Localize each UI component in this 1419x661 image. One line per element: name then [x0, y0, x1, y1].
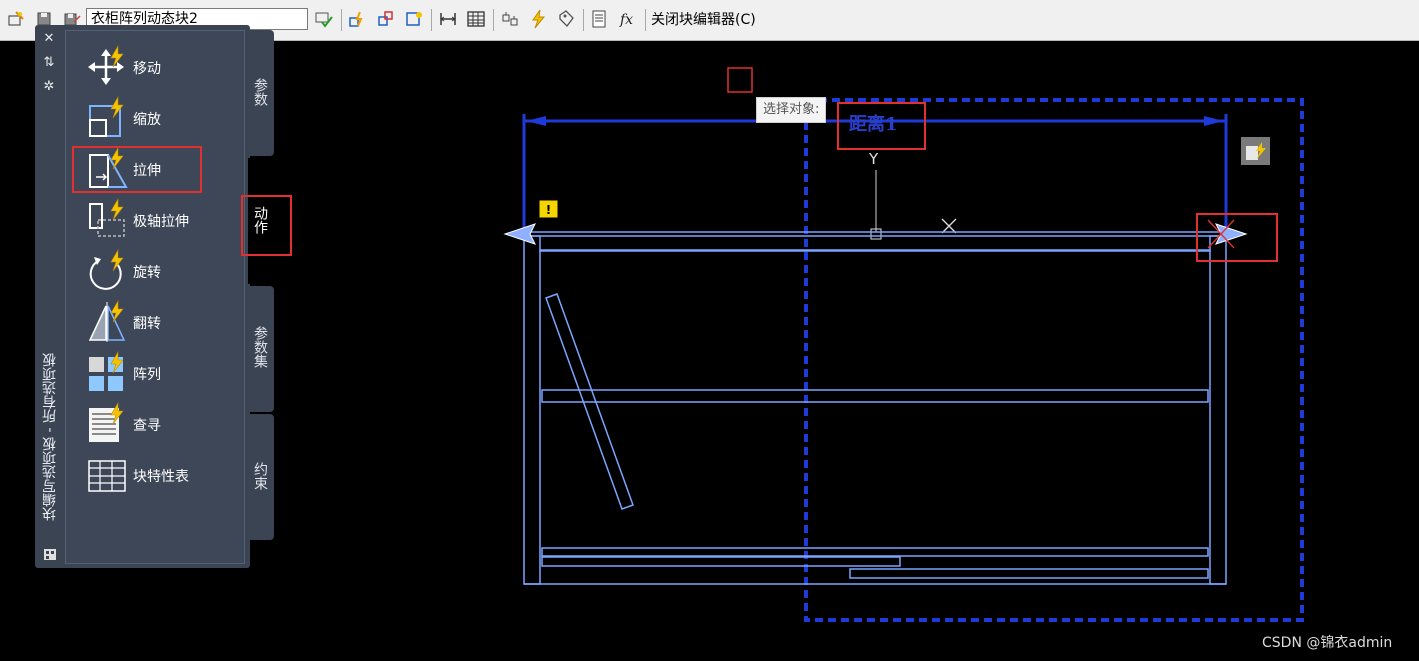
- dimension-arrow-right: [1204, 116, 1224, 126]
- palette-item-label: 查寻: [133, 418, 161, 434]
- tab-parameter-sets[interactable]: 参数集: [248, 286, 274, 412]
- tab-label: 参数: [252, 78, 268, 106]
- close-icon[interactable]: ✕: [42, 32, 56, 46]
- palette-title: 块编写选项板 - 所有选项板: [42, 353, 58, 521]
- polar-stretch-action-icon: [89, 198, 125, 237]
- palette-item-array[interactable]: 阵列: [86, 347, 236, 393]
- stretch-grip-left[interactable]: [503, 223, 536, 245]
- lookup-action-icon: [89, 402, 124, 442]
- palette-item-label: 块特性表: [133, 469, 189, 485]
- palette-item-scale[interactable]: 缩放: [86, 92, 236, 138]
- selection-box: [727, 67, 753, 93]
- wardrobe-geometry: [523, 231, 1227, 585]
- palette-item-label: 移动: [133, 61, 161, 77]
- palette-item-label: 缩放: [133, 112, 161, 128]
- palette-title-strip: ✕ ⇅ ✲ 块编写选项板 - 所有选项板: [35, 25, 63, 568]
- move-action-icon: [88, 45, 124, 85]
- actions-tab-highlight: [241, 195, 292, 256]
- palette-item-polar-stretch[interactable]: 极轴拉伸: [86, 194, 236, 240]
- palette-item-label: 旋转: [133, 265, 161, 281]
- stretch-frame: [804, 98, 1304, 622]
- dimension-label-highlight: [837, 102, 926, 150]
- palette-item-label: 翻转: [133, 316, 161, 332]
- cross-marker: [941, 218, 957, 234]
- rotate-action-icon: [89, 249, 124, 290]
- auto-hide-icon[interactable]: ⇅: [42, 56, 56, 70]
- palette-item-move[interactable]: 移动: [86, 41, 236, 87]
- select-objects-tooltip: 选择对象:: [756, 97, 827, 123]
- stretch-grip-highlight: [1196, 213, 1278, 262]
- palette-item-label: 极轴拉伸: [133, 214, 189, 230]
- flip-action-icon: [88, 300, 126, 342]
- stretch-item-highlight: [72, 146, 202, 193]
- gear-icon[interactable]: ✲: [42, 80, 56, 94]
- palette-item-label: 阵列: [133, 367, 161, 383]
- block-authoring-palette: ✕ ⇅ ✲ 块编写选项板 - 所有选项板 移动 缩放 拉伸 极轴拉伸 旋转 翻转…: [35, 25, 250, 568]
- dimension-arrow-left: [526, 116, 546, 126]
- tab-parameters[interactable]: 参数: [248, 30, 274, 156]
- grip-y-label: Y: [869, 150, 879, 168]
- palette-item-block-table[interactable]: 块特性表: [86, 449, 236, 495]
- tab-label: 约束: [252, 462, 268, 490]
- palette-item-flip[interactable]: 翻转: [86, 296, 236, 342]
- watermark: CSDN @锦衣admin: [1262, 635, 1393, 651]
- palette-icon: [44, 549, 56, 560]
- block-table-icon: [88, 460, 126, 492]
- scale-action-icon: [89, 96, 124, 137]
- svg-text:!: !: [546, 203, 551, 217]
- tab-constraints[interactable]: 约束: [248, 414, 274, 540]
- tab-label: 参数集: [252, 326, 268, 368]
- palette-item-rotate[interactable]: 旋转: [86, 245, 236, 291]
- array-action-icon: [89, 351, 124, 391]
- palette-item-list: 移动 缩放 拉伸 极轴拉伸 旋转 翻转 阵列 查寻 块特性表: [65, 30, 245, 564]
- palette-item-lookup[interactable]: 查寻: [86, 398, 236, 444]
